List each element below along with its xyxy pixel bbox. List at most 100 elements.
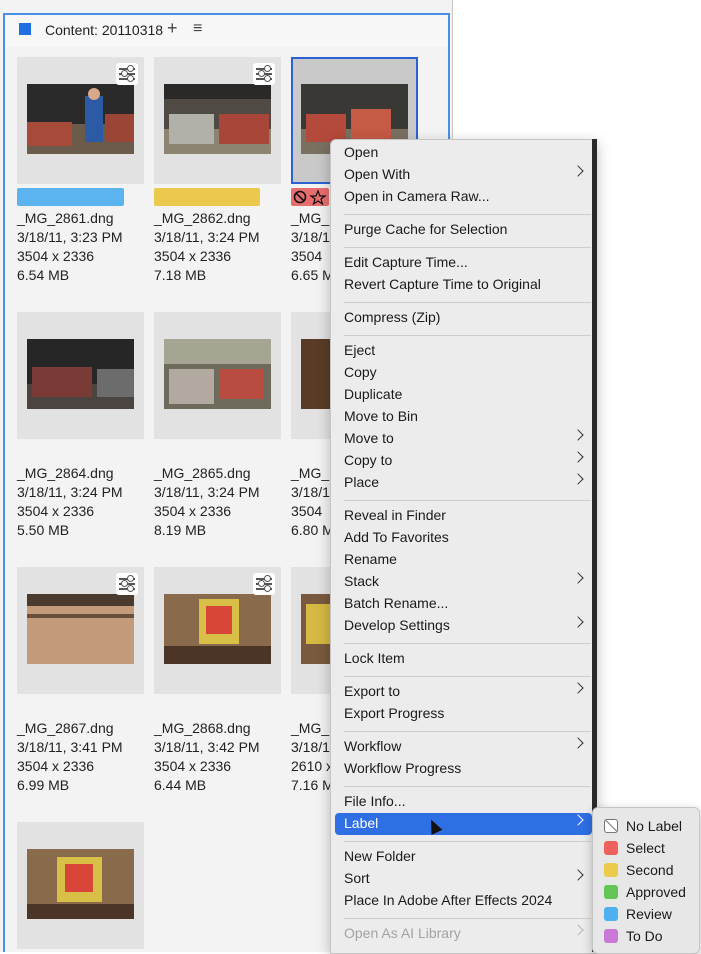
menu-item-export-progress[interactable]: Export Progress: [335, 703, 592, 725]
menu-item-copy-to[interactable]: Copy to: [335, 450, 592, 472]
menu-item-label: Open: [344, 144, 379, 160]
menu-item-label: Develop Settings: [344, 617, 450, 633]
menu-item-label: Purge Cache for Selection: [344, 221, 508, 237]
menu-item-revert-capture-time-to-original[interactable]: Revert Capture Time to Original: [335, 274, 592, 296]
menu-item-new-folder[interactable]: New Folder: [335, 846, 592, 868]
panel-color-square-icon: [19, 23, 31, 35]
menu-item-workflow-progress[interactable]: Workflow Progress: [335, 758, 592, 780]
menu-item-duplicate[interactable]: Duplicate: [335, 384, 592, 406]
menu-item-label: Revert Capture Time to Original: [344, 276, 541, 292]
menu-item-label: Batch Rename...: [344, 595, 449, 611]
menu-item-purge-cache-for-selection[interactable]: Purge Cache for Selection: [335, 219, 592, 241]
menu-item-sort[interactable]: Sort: [335, 868, 592, 890]
menu-item-move-to-bin[interactable]: Move to Bin: [335, 406, 592, 428]
menu-item-reveal-in-finder[interactable]: Reveal in Finder: [335, 505, 592, 527]
photo-image: [164, 594, 271, 664]
label-option-to-do[interactable]: To Do: [601, 926, 696, 948]
file-dimensions: 3504 x 2336: [17, 248, 95, 264]
file-dimensions: 3504: [291, 503, 323, 519]
menu-item-file-info[interactable]: File Info...: [335, 791, 592, 813]
menu-item-rename[interactable]: Rename: [335, 549, 592, 571]
menu-item-place[interactable]: Place: [335, 472, 592, 494]
menu-item-copy[interactable]: Copy: [335, 362, 592, 384]
menu-item-label: Copy: [344, 364, 377, 380]
menu-item-label: Export to: [344, 683, 401, 699]
file-size: 6.99 MB: [17, 777, 70, 793]
menu-item-stack[interactable]: Stack: [335, 571, 592, 593]
thumbnail[interactable]: [154, 57, 281, 184]
chevron-right-icon: [572, 869, 584, 881]
label-option-approved[interactable]: Approved: [601, 882, 696, 904]
label-color-bar: [17, 188, 124, 206]
file-metadata: _MG_2865.dng 3/18/11, 3:24 PM 3504 x 233…: [154, 464, 260, 540]
menu-item-place-in-adobe-after-effects-2024[interactable]: Place In Adobe After Effects 2024: [335, 890, 592, 912]
file-dimensions: 3504 x 2336: [154, 503, 232, 519]
label-option-select[interactable]: Select: [601, 838, 696, 860]
menu-separator: [344, 214, 591, 215]
thumbnail[interactable]: [17, 312, 144, 439]
chevron-right-icon: [572, 572, 584, 584]
hamburger-icon[interactable]: ≡: [193, 20, 202, 38]
reject-rating-badge[interactable]: [291, 188, 329, 206]
color-swatch-icon: [604, 929, 618, 943]
file-name: _MG_2862.dng: [154, 210, 251, 226]
menu-item-label: Duplicate: [344, 386, 403, 402]
menu-item-open-with[interactable]: Open With: [335, 164, 592, 186]
menu-item-move-to[interactable]: Move to: [335, 428, 592, 450]
menu-item-edit-capture-time[interactable]: Edit Capture Time...: [335, 252, 592, 274]
menu-item-label: Export Progress: [344, 705, 445, 721]
menu-item-develop-settings[interactable]: Develop Settings: [335, 615, 592, 637]
thumbnail[interactable]: [154, 312, 281, 439]
panel-title: Content: 20110318: [45, 22, 164, 38]
menu-item-batch-rename[interactable]: Batch Rename...: [335, 593, 592, 615]
label-option-text: Select: [626, 840, 665, 856]
menu-item-workflow[interactable]: Workflow: [335, 736, 592, 758]
thumbnail[interactable]: [17, 57, 144, 184]
thumbnail[interactable]: [17, 822, 144, 949]
file-size: 5.50 MB: [17, 522, 70, 538]
file-dimensions: 3504 x 2336: [154, 758, 232, 774]
file-date: 3/18/1: [291, 484, 330, 500]
file-name: _MG_: [291, 210, 330, 226]
panel-header: Content: 20110318 + ≡: [3, 13, 450, 47]
photo-image: [164, 84, 271, 154]
file-date: 3/18/11, 3:42 PM: [154, 739, 260, 755]
menu-item-label: Move to: [344, 430, 394, 446]
label-option-review[interactable]: Review: [601, 904, 696, 926]
label-option-text: To Do: [626, 928, 663, 944]
menu-item-open-in-camera-raw[interactable]: Open in Camera Raw...: [335, 186, 592, 208]
plus-icon[interactable]: +: [167, 18, 178, 39]
menu-item-add-to-favorites[interactable]: Add To Favorites: [335, 527, 592, 549]
menu-item-open-as-ai-library: Open As AI Library: [335, 923, 592, 945]
menu-item-label: Compress (Zip): [344, 309, 441, 325]
file-metadata: _MG_ 3/18/1 2610 x 7.16 M: [291, 719, 334, 795]
file-metadata: _MG_2867.dng 3/18/11, 3:41 PM 3504 x 233…: [17, 719, 123, 795]
menu-item-open[interactable]: Open: [335, 142, 592, 164]
file-name: _MG_2867.dng: [17, 720, 114, 736]
menu-item-lock-item[interactable]: Lock Item: [335, 648, 592, 670]
file-metadata: _MG_ 3/18/1 3504 6.65 M: [291, 209, 334, 285]
color-swatch-icon: [604, 863, 618, 877]
adjustments-icon: [116, 573, 138, 595]
thumbnail[interactable]: [17, 567, 144, 694]
chevron-right-icon: [572, 165, 584, 177]
file-dimensions: 3504 x 2336: [154, 248, 232, 264]
menu-item-compress-zip[interactable]: Compress (Zip): [335, 307, 592, 329]
label-option-text: Second: [626, 862, 674, 878]
file-dimensions: 3504 x 2336: [17, 503, 95, 519]
menu-item-eject[interactable]: Eject: [335, 340, 592, 362]
thumbnail[interactable]: [154, 567, 281, 694]
menu-item-export-to[interactable]: Export to: [335, 681, 592, 703]
label-option-second[interactable]: Second: [601, 860, 696, 882]
file-size: 7.18 MB: [154, 267, 207, 283]
menu-item-label: Move to Bin: [344, 408, 418, 424]
menu-item-label: Place In Adobe After Effects 2024: [344, 892, 553, 908]
menu-item-label[interactable]: Label: [335, 813, 592, 835]
file-metadata: _MG_2862.dng 3/18/11, 3:24 PM 3504 x 233…: [154, 209, 260, 285]
file-date: 3/18/11, 3:23 PM: [17, 229, 123, 245]
menu-item-label: New Folder: [344, 848, 416, 864]
photo-image: [27, 849, 134, 919]
label-option-text: No Label: [626, 818, 683, 834]
label-option-no-label[interactable]: No Label: [601, 816, 696, 838]
file-name: _MG_: [291, 465, 330, 481]
